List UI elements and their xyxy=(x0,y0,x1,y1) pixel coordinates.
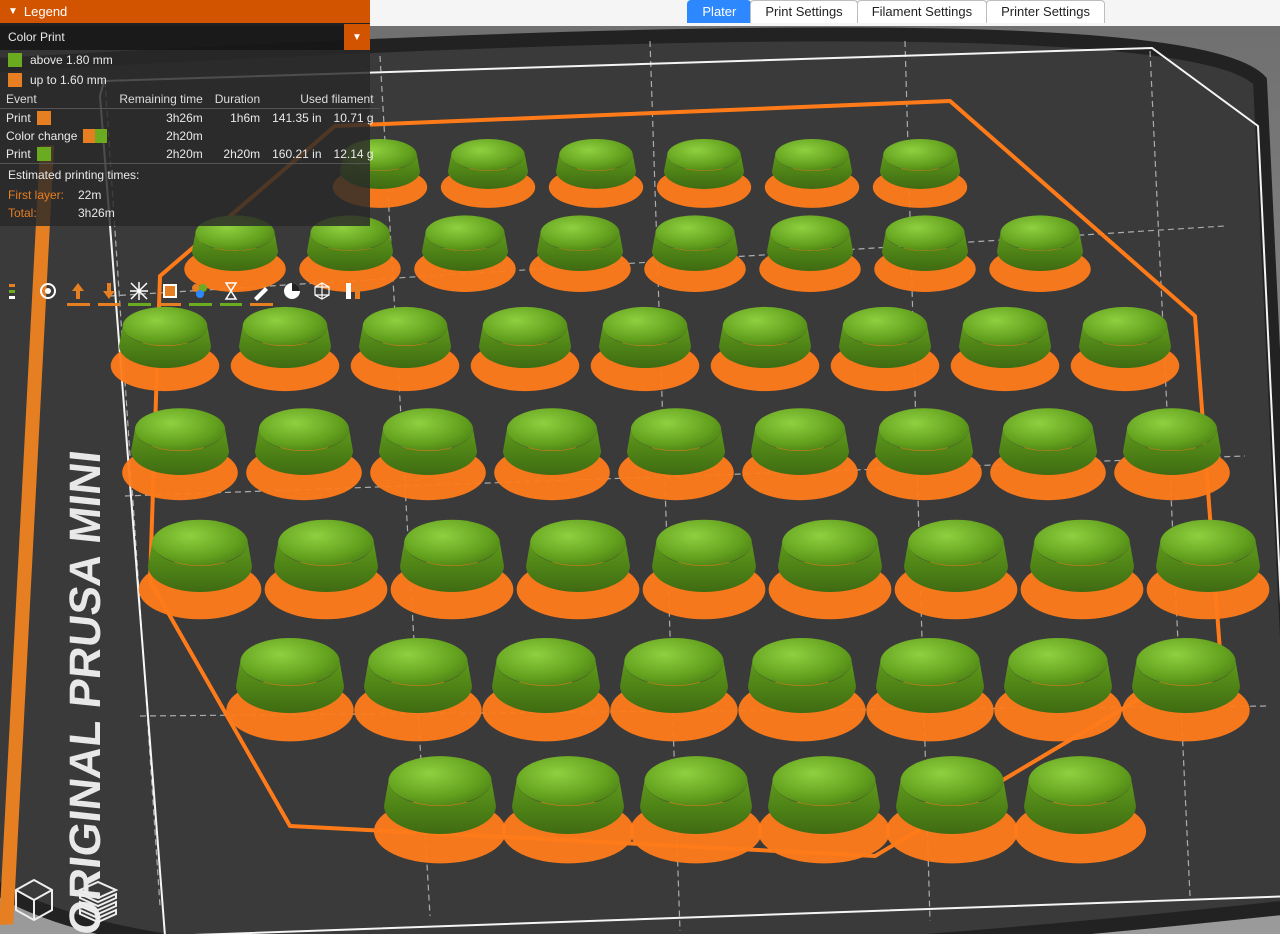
tab-plater[interactable]: Plater xyxy=(687,0,751,23)
first-layer-time: First layer: 22m xyxy=(0,186,370,204)
view-mode-label: Color Print xyxy=(0,24,344,50)
view-preview-button[interactable] xyxy=(70,872,126,928)
feature-solid-infill-icon[interactable] xyxy=(159,282,182,306)
table-row: Color change 2h20m xyxy=(0,127,380,145)
feature-shell-up-icon[interactable] xyxy=(67,282,90,306)
feature-toolmarker-icon[interactable] xyxy=(342,282,365,306)
legend-panel: ▼ Legend Color Print ▼ above 1.80 mm up … xyxy=(0,0,370,226)
events-table: Event Remaining time Duration Used filam… xyxy=(0,90,380,163)
range-upto: up to 1.60 mm xyxy=(0,70,370,90)
feature-legend-icon[interactable] xyxy=(6,282,29,306)
tab-printer-settings[interactable]: Printer Settings xyxy=(986,0,1105,23)
feature-type-toolbar xyxy=(0,275,370,313)
table-row: Print 2h20m 2h20m 160.21 in 12.14 g xyxy=(0,145,380,163)
view-3d-editor-button[interactable] xyxy=(6,872,62,928)
table-row: Print 3h26m 1h6m 141.35 in 10.71 g xyxy=(0,109,380,128)
col-duration: Duration xyxy=(209,90,266,109)
feature-time-icon[interactable] xyxy=(220,282,243,306)
feature-retract-icon[interactable] xyxy=(281,282,304,306)
view-toggle-buttons xyxy=(6,872,126,928)
swatch-orange-icon xyxy=(8,73,22,87)
total-time: Total: 3h26m xyxy=(0,204,370,226)
view-mode-dropdown[interactable]: Color Print ▼ xyxy=(0,23,370,50)
range-above: above 1.80 mm xyxy=(0,50,370,70)
col-remaining: Remaining time xyxy=(113,90,208,109)
feature-wipe-icon[interactable] xyxy=(250,282,273,306)
est-times-title: Estimated printing times: xyxy=(0,163,370,186)
chevron-down-icon: ▼ xyxy=(344,24,370,50)
tab-filament-settings[interactable]: Filament Settings xyxy=(857,0,987,23)
bed-brand-text: ORIGINAL PRUSA MINI xyxy=(61,448,110,934)
legend-title: Legend xyxy=(24,4,67,19)
swatch-green-icon xyxy=(8,53,22,67)
col-event: Event xyxy=(0,90,113,109)
feature-infill-icon[interactable] xyxy=(128,282,151,306)
feature-wireframe-icon[interactable] xyxy=(311,282,334,306)
collapse-icon: ▼ xyxy=(8,6,18,17)
feature-shell-down-icon[interactable] xyxy=(98,282,121,306)
feature-perimeter-icon[interactable] xyxy=(37,282,60,306)
tab-print-settings[interactable]: Print Settings xyxy=(750,0,857,23)
legend-header[interactable]: ▼ Legend xyxy=(0,0,370,23)
col-filament: Used filament xyxy=(266,90,379,109)
range-upto-label: up to 1.60 mm xyxy=(30,73,107,87)
feature-color-icon[interactable] xyxy=(189,282,212,306)
range-above-label: above 1.80 mm xyxy=(30,53,113,67)
